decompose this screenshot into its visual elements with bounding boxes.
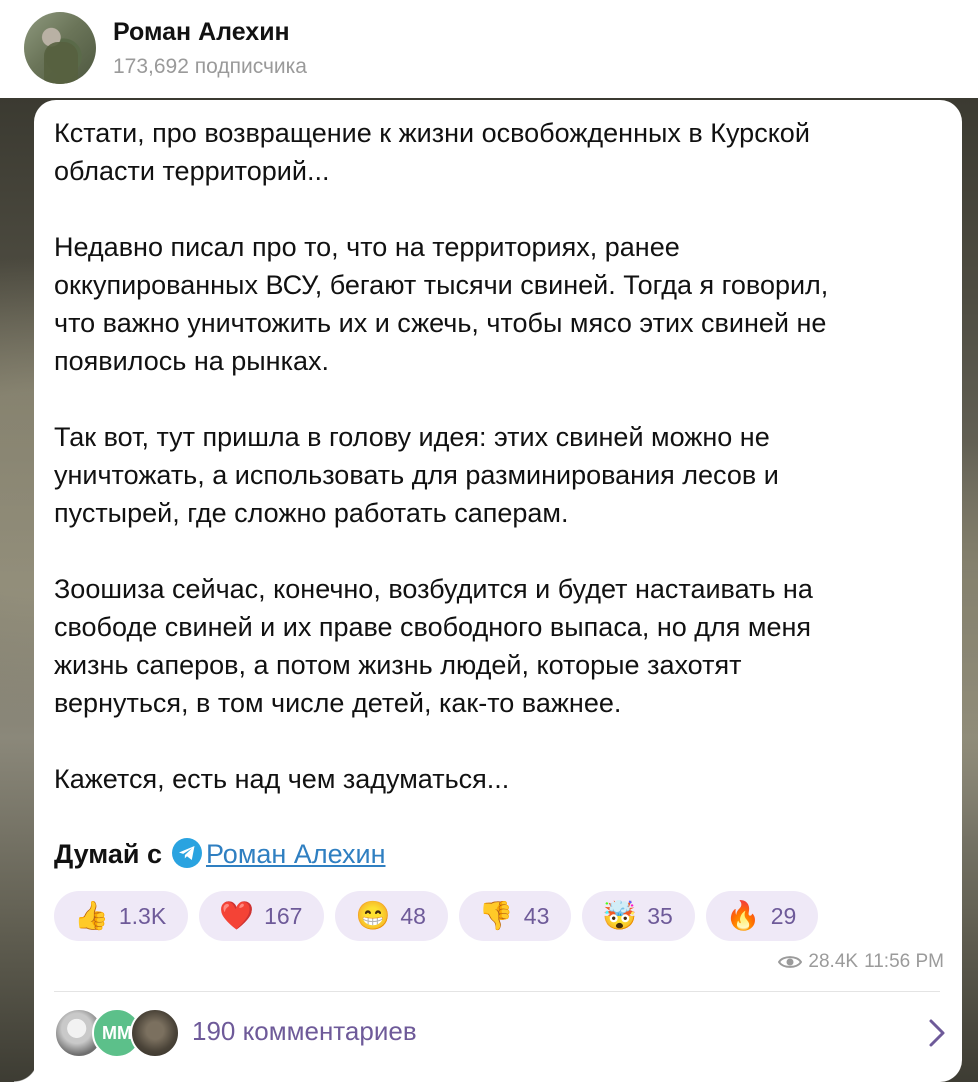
comments-button[interactable]: MM 190 комментариев	[54, 1008, 954, 1058]
reaction-count: 29	[770, 902, 797, 929]
fire-icon: 🔥	[725, 900, 761, 931]
reaction-thumbs-up[interactable]: 👍 1.3K	[54, 891, 189, 941]
view-count: 28.4K	[808, 951, 859, 972]
reaction-count: 35	[647, 902, 673, 929]
commenter-avatar	[130, 1008, 180, 1058]
signature-prefix: Думай с	[54, 839, 162, 869]
grin-icon: 😁	[355, 900, 391, 931]
reaction-count: 1.3K	[118, 902, 167, 929]
message-meta: 28.4K 11:56 PM	[778, 951, 944, 973]
chevron-right-icon	[929, 1019, 945, 1047]
reactions-bar: 👍 1.3K ❤️ 167 😁 48 👎 43 🤯 35 🔥 29	[54, 891, 819, 941]
channel-avatar[interactable]	[24, 12, 96, 84]
reaction-exploding-head[interactable]: 🤯 35	[582, 891, 695, 941]
eye-icon	[778, 956, 803, 968]
channel-name[interactable]: Роман Алехин	[113, 18, 290, 47]
reaction-count: 48	[400, 902, 426, 929]
reaction-fire[interactable]: 🔥 29	[705, 891, 819, 941]
reaction-count: 43	[523, 902, 550, 929]
reaction-grin[interactable]: 😁 48	[335, 891, 448, 941]
signature-channel-link[interactable]: Роман Алехин	[206, 839, 386, 869]
post-text: Кстати, про возвращение к жизни освобожд…	[54, 118, 829, 794]
telegram-icon	[171, 838, 202, 868]
divider	[54, 991, 940, 992]
post-signature: Думай с Роман Алехин	[54, 835, 386, 873]
subscriber-count: 173,692 подписчика	[113, 55, 307, 78]
reaction-thumbs-down[interactable]: 👎 43	[458, 891, 572, 941]
thumbs-up-icon: 👍	[74, 900, 109, 931]
message-time: 11:56 PM	[864, 951, 944, 972]
comments-count-label: 190 комментариев	[192, 1016, 417, 1046]
thumbs-down-icon: 👎	[478, 900, 514, 931]
reaction-count: 167	[264, 902, 303, 929]
channel-header[interactable]: Роман Алехин 173,692 подписчика	[0, 0, 978, 98]
reaction-heart[interactable]: ❤️ 167	[199, 891, 325, 941]
exploding-head-icon: 🤯	[602, 900, 638, 931]
heart-icon: ❤️	[219, 900, 255, 931]
